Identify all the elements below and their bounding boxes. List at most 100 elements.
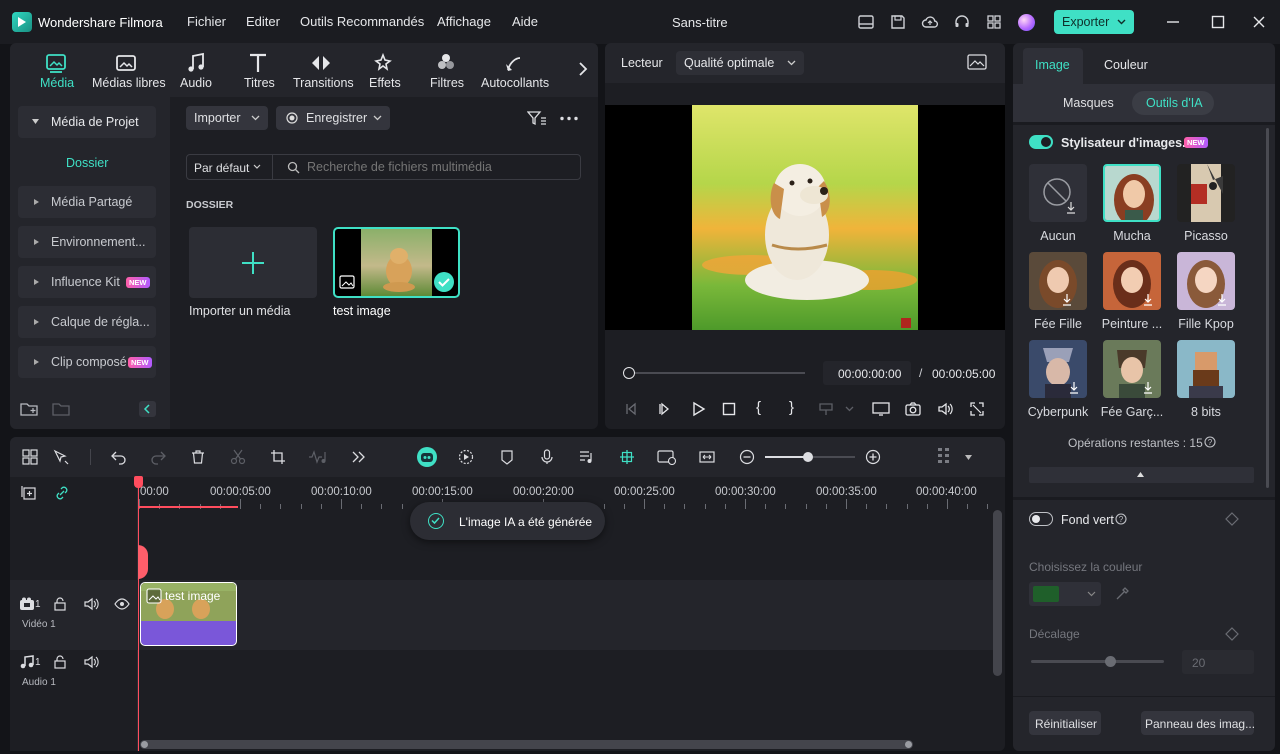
sidebar-item-influence-kit[interactable]: Influence Kit NEW: [18, 266, 156, 298]
playhead-tab[interactable]: [138, 545, 148, 579]
apps-grid-icon[interactable]: [985, 13, 1003, 31]
offset-value-box[interactable]: 20: [1182, 650, 1254, 674]
fullscreen-icon[interactable]: [969, 401, 985, 417]
export-button[interactable]: Exporter: [1054, 10, 1134, 34]
preview-scrubber-track[interactable]: [630, 372, 805, 374]
stop-icon[interactable]: [721, 401, 737, 417]
scrollbar[interactable]: [1266, 128, 1269, 488]
cloud-upload-icon[interactable]: [921, 13, 939, 31]
menu-editer[interactable]: Editer: [246, 14, 280, 29]
menu-fichier[interactable]: Fichier: [187, 14, 226, 29]
sidebar-item-shared-media[interactable]: Média Partagé: [18, 186, 156, 218]
style-picasso[interactable]: [1177, 164, 1235, 222]
media-icon[interactable]: [44, 52, 68, 74]
play-icon[interactable]: [690, 401, 706, 417]
zoom-out-icon[interactable]: [739, 449, 755, 465]
layout-icon[interactable]: [857, 13, 875, 31]
reset-button[interactable]: Réinitialiser: [1029, 711, 1101, 735]
chevron-right-icon[interactable]: [578, 62, 588, 76]
camera-icon[interactable]: [905, 401, 921, 417]
stickers-icon[interactable]: [502, 52, 526, 74]
audio-track-lane[interactable]: [139, 652, 994, 696]
pip-icon[interactable]: [657, 449, 677, 465]
quality-dropdown[interactable]: Qualité optimale: [676, 51, 804, 75]
audio-icon[interactable]: [184, 52, 208, 74]
fit-timeline-icon[interactable]: [699, 449, 715, 465]
mark-in-icon[interactable]: {: [756, 399, 761, 416]
timeline-vertical-scrollbar[interactable]: [993, 510, 1002, 676]
more-icon[interactable]: [560, 116, 578, 121]
offset-slider-track[interactable]: [1031, 660, 1164, 663]
collapse-sidebar-button[interactable]: [139, 401, 156, 417]
redo-icon[interactable]: [150, 449, 166, 465]
mark-out-icon[interactable]: }: [789, 399, 794, 416]
style-kpop-girl[interactable]: [1177, 252, 1235, 310]
prev-frame-icon[interactable]: [624, 401, 640, 417]
menu-outils[interactable]: Outils Recommandés: [300, 14, 424, 29]
snapshot-quality-icon[interactable]: [967, 54, 987, 70]
sidebar-item-compound-clip[interactable]: Clip composé NEW: [18, 346, 156, 378]
lock-icon[interactable]: [54, 597, 66, 611]
media-clip-thumbnail[interactable]: [333, 227, 460, 298]
render-preview-icon[interactable]: [458, 449, 474, 465]
folder-icon[interactable]: [52, 401, 70, 417]
sidebar-item-adjustment-layer[interactable]: Calque de régla...: [18, 306, 156, 338]
next-frame-icon[interactable]: [657, 401, 673, 417]
tab-filters[interactable]: Filtres: [430, 76, 464, 90]
auto-snap-icon[interactable]: [619, 449, 635, 465]
preview-scrubber-handle[interactable]: [623, 367, 635, 379]
style-cyberpunk[interactable]: [1029, 340, 1087, 398]
add-track-icon[interactable]: [21, 485, 37, 501]
menu-affichage[interactable]: Affichage: [437, 14, 491, 29]
tab-titles[interactable]: Titres: [244, 76, 275, 90]
timeline-clip[interactable]: test image: [140, 582, 237, 646]
eye-icon[interactable]: [114, 598, 130, 610]
close-icon[interactable]: [1250, 13, 1268, 31]
select-tool-icon[interactable]: [53, 449, 69, 465]
tab-image[interactable]: Image: [1023, 48, 1083, 84]
caret-down-icon[interactable]: [965, 455, 973, 461]
filters-icon[interactable]: [434, 52, 458, 74]
video-track-lane[interactable]: [139, 580, 994, 650]
tab-transitions[interactable]: Transitions: [293, 76, 354, 90]
collapse-styles-button[interactable]: [1029, 467, 1254, 483]
avatar[interactable]: [1018, 14, 1035, 31]
display-icon[interactable]: [872, 401, 890, 417]
sort-dropdown[interactable]: Par défaut: [187, 155, 273, 179]
headset-icon[interactable]: [953, 13, 971, 31]
current-time-box[interactable]: 00:00:00:00: [823, 361, 911, 385]
green-screen-toggle[interactable]: [1029, 512, 1053, 526]
stylizer-toggle[interactable]: [1029, 135, 1053, 149]
new-folder-icon[interactable]: [20, 401, 38, 417]
import-media-tile[interactable]: [189, 227, 317, 298]
mute-icon[interactable]: [84, 655, 100, 669]
volume-icon[interactable]: [937, 401, 953, 417]
image-panel-button[interactable]: Panneau des imag...: [1141, 711, 1255, 735]
eyedropper-icon[interactable]: [1115, 587, 1129, 601]
audio-effect-icon[interactable]: [308, 449, 330, 465]
style-none[interactable]: [1029, 164, 1087, 222]
zoom-slider-handle[interactable]: [803, 452, 813, 462]
lock-icon[interactable]: [54, 655, 66, 669]
color-picker-dropdown[interactable]: [1029, 582, 1101, 606]
tab-color[interactable]: Couleur: [1104, 58, 1148, 72]
mute-icon[interactable]: [84, 597, 100, 611]
sidebar-item-folder[interactable]: Dossier: [66, 156, 108, 170]
marker-icon[interactable]: [499, 449, 515, 465]
transitions-icon[interactable]: [309, 52, 333, 74]
tab-stickers[interactable]: Autocollants: [481, 76, 549, 90]
microphone-icon[interactable]: [539, 449, 555, 465]
track-layout-icon[interactable]: [937, 447, 951, 467]
search-input[interactable]: [307, 158, 567, 176]
video-preview[interactable]: [605, 105, 1005, 330]
style-8bit[interactable]: [1177, 340, 1235, 398]
subtab-masks[interactable]: Masques: [1063, 96, 1114, 110]
sidebar-item-project-media[interactable]: Média de Projet: [18, 106, 156, 138]
tab-audio[interactable]: Audio: [180, 76, 212, 90]
undo-icon[interactable]: [111, 449, 127, 465]
style-fairy-boy[interactable]: [1103, 340, 1161, 398]
snap-icon[interactable]: [818, 401, 834, 417]
tab-stock-media[interactable]: Médias libres: [92, 76, 166, 90]
tab-effects[interactable]: Effets: [369, 76, 401, 90]
save-icon[interactable]: [889, 13, 907, 31]
